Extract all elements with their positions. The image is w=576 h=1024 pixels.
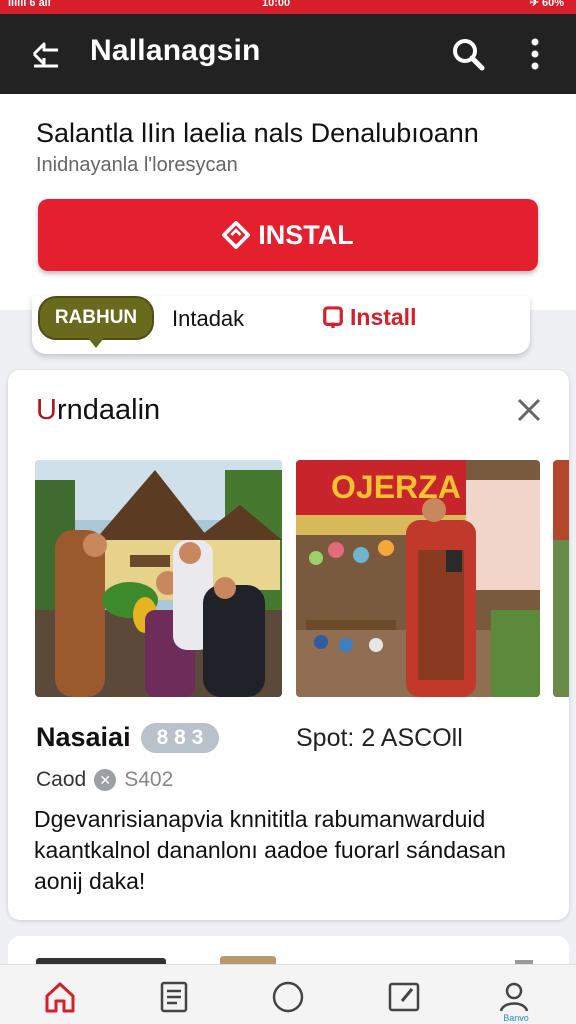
- back-icon[interactable]: [28, 36, 64, 72]
- item-description: Dgevanrisianapvia knnititla rabumanwardu…: [34, 806, 506, 894]
- category-pill[interactable]: RABHUN: [38, 296, 154, 340]
- nav-profile[interactable]: Banvo: [496, 979, 536, 1023]
- app-bar: Nallanagsin: [0, 14, 576, 94]
- gallery-photo-3[interactable]: [553, 460, 569, 697]
- install-button-label: INSTAL: [258, 219, 354, 250]
- card-title: Urndaalin: [36, 394, 161, 426]
- gallery-photo-1[interactable]: [35, 460, 282, 697]
- item-name: Nasaiai: [36, 722, 131, 752]
- nav-edit[interactable]: [386, 979, 426, 1019]
- strip-text: Intadak: [172, 306, 245, 331]
- more-vert-icon[interactable]: [520, 34, 550, 74]
- nav-list[interactable]: [156, 979, 196, 1019]
- meta-number: S402: [124, 768, 174, 791]
- bottom-navigation: Banvo: [0, 964, 576, 1024]
- pill-pointer: [88, 338, 104, 348]
- content-card: Urndaalin OJERZA Nasaiai 8 8 3 Spot: 2 A…: [8, 370, 569, 920]
- hero-subtitle: Inidnayanla l'loresycan: [36, 154, 238, 176]
- hero-section: Salantla lIin laelia nals Denalubıoann I…: [0, 94, 576, 310]
- meta-label: Caod: [36, 768, 87, 791]
- gallery-photo-2[interactable]: OJERZA: [296, 460, 540, 697]
- install-icon: [323, 305, 343, 328]
- install-link-label: Install: [350, 304, 417, 330]
- clock: 10:00: [262, 0, 291, 9]
- search-icon[interactable]: [448, 34, 488, 74]
- action-strip: RABHUN Intadak Install: [32, 296, 530, 354]
- battery-indicator: ✈ 60%: [529, 0, 564, 9]
- install-link[interactable]: Install: [322, 304, 416, 331]
- count-badge: 8 8 3: [140, 722, 220, 753]
- signal-indicator: ıııııı 6 ail: [8, 0, 51, 9]
- item-title-row: Nasaiai 8 8 3: [36, 722, 220, 753]
- home-icon: [45, 982, 75, 1013]
- nav-profile-label: Banvo: [503, 1013, 529, 1023]
- close-icon[interactable]: [515, 396, 543, 424]
- item-meta: Caod ✕ S402: [36, 768, 173, 792]
- install-button[interactable]: INSTAL: [38, 199, 538, 271]
- app-title: Nallanagsin: [90, 34, 261, 67]
- close-circle-icon: ✕: [94, 769, 117, 791]
- list-icon: [160, 981, 188, 1013]
- circle-icon: [272, 981, 304, 1013]
- status-bar: ıııııı 6 ail 10:00 ✈ 60%: [0, 0, 576, 14]
- svg-text:OJERZA: OJERZA: [331, 469, 461, 505]
- spot-info: Spot: 2 ASCOll: [296, 724, 463, 752]
- edit-icon: [388, 982, 420, 1012]
- profile-icon: [499, 982, 529, 1012]
- diamond-icon: [222, 221, 251, 249]
- hero-headline: Salantla lIin laelia nals Denalubıoann: [36, 118, 479, 148]
- nav-home[interactable]: [42, 979, 82, 1019]
- nav-circle[interactable]: [270, 979, 310, 1019]
